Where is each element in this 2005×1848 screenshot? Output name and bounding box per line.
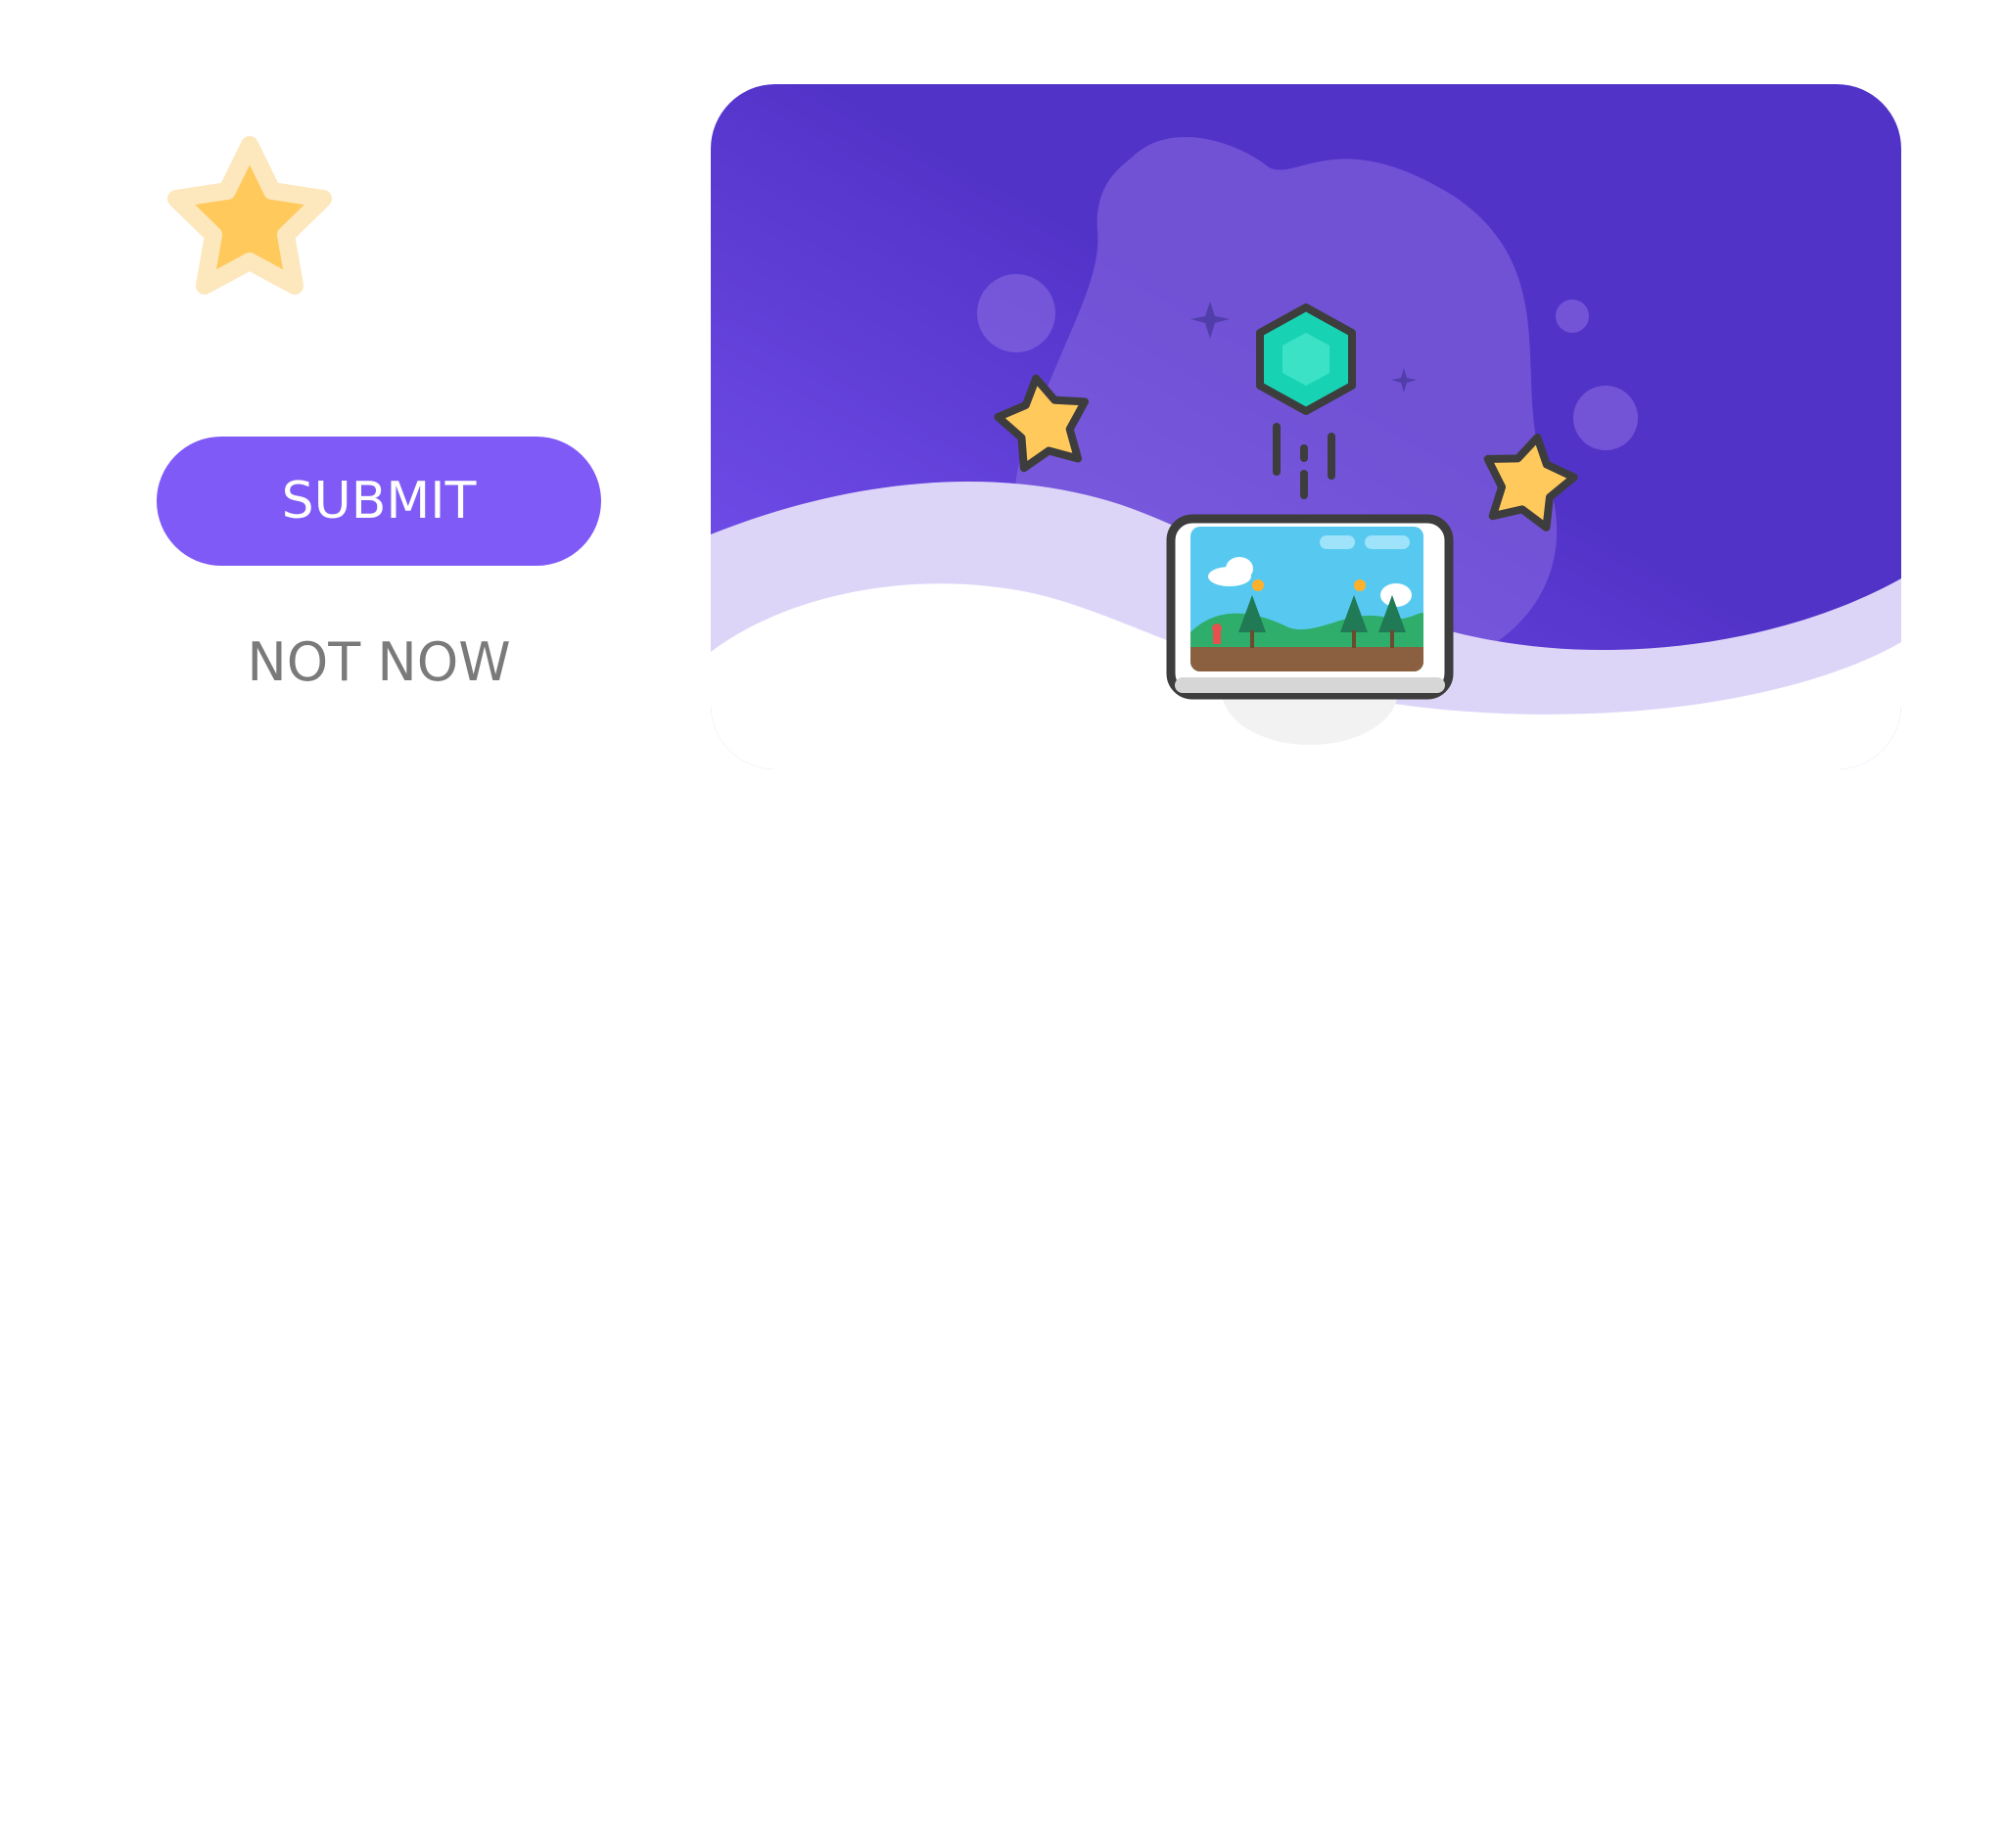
not-now-button[interactable]: NOT NOW	[157, 623, 601, 701]
bubble-left	[977, 274, 1055, 352]
submit-button[interactable]: SUBMIT	[157, 437, 601, 566]
bubble-small	[1556, 300, 1589, 333]
game-tablet-icon	[1166, 514, 1454, 700]
hero-illustration	[711, 84, 1901, 769]
rating-star-icon[interactable]	[162, 127, 338, 299]
gem-icon	[1256, 303, 1356, 415]
bubble-right	[1573, 386, 1638, 450]
